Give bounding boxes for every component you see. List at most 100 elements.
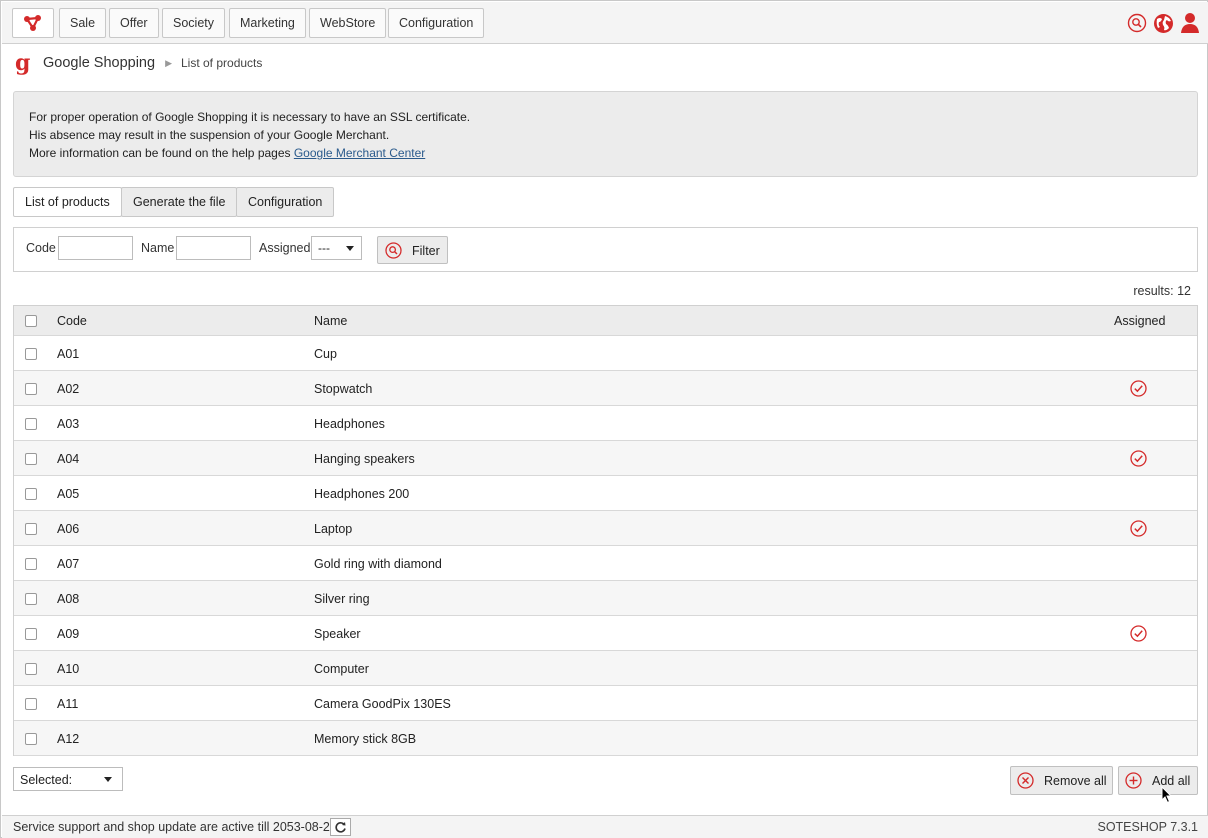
nav-society[interactable]: Society: [162, 8, 225, 38]
support-status-text: Service support and shop update are acti…: [13, 820, 337, 834]
product-name: Headphones: [314, 417, 385, 431]
add-circle-icon: [1125, 772, 1142, 789]
name-filter-label: Name: [141, 241, 175, 255]
table-row[interactable]: A09 Speaker: [14, 616, 1197, 651]
product-code: A05: [57, 487, 80, 501]
nav-webstore[interactable]: WebStore: [309, 8, 387, 38]
product-code: A01: [57, 347, 80, 361]
ssl-notice: For proper operation of Google Shopping …: [13, 91, 1198, 177]
table-row[interactable]: A10 Computer: [14, 651, 1197, 686]
refresh-icon: [335, 821, 346, 833]
column-header-assigned[interactable]: Assigned: [1114, 314, 1165, 328]
search-icon: [385, 242, 402, 259]
product-code: A11: [57, 697, 79, 711]
row-checkbox[interactable]: [25, 593, 37, 605]
row-checkbox[interactable]: [25, 523, 37, 535]
code-filter-label: Code: [26, 241, 56, 255]
product-name: Headphones 200: [314, 487, 410, 501]
remove-all-button[interactable]: Remove all: [1010, 766, 1113, 795]
assigned-check-icon[interactable]: [1130, 380, 1147, 397]
notice-line-1: For proper operation of Google Shopping …: [29, 110, 471, 124]
tab-configuration[interactable]: Configuration: [236, 187, 335, 217]
column-header-code[interactable]: Code: [57, 314, 87, 328]
assigned-check-icon[interactable]: [1130, 625, 1147, 642]
table-row[interactable]: A08 Silver ring: [14, 581, 1197, 616]
row-checkbox[interactable]: [25, 628, 37, 640]
breadcrumb-page: List of products: [181, 56, 263, 70]
products-table: Code Name Assigned A01 Cup A02 Stopwatch A03…: [13, 305, 1198, 756]
product-name: Cup: [314, 347, 337, 361]
table-row[interactable]: A11 Camera GoodPix 130ES: [14, 686, 1197, 721]
row-checkbox[interactable]: [25, 558, 37, 570]
row-checkbox[interactable]: [25, 488, 37, 500]
product-code: A07: [57, 557, 80, 571]
version-label: SOTESHOP 7.3.1: [1097, 820, 1198, 834]
table-row[interactable]: A02 Stopwatch: [14, 371, 1197, 406]
product-code: A03: [57, 417, 80, 431]
product-name: Laptop: [314, 522, 353, 536]
product-name: Speaker: [314, 627, 361, 641]
product-name: Camera GoodPix 130ES: [314, 697, 451, 711]
assigned-filter-label: Assigned: [259, 241, 311, 255]
table-row[interactable]: A06 Laptop: [14, 511, 1197, 546]
refresh-button[interactable]: [330, 818, 351, 836]
table-row[interactable]: A04 Hanging speakers: [14, 441, 1197, 476]
filter-button-label: Filter: [412, 244, 440, 258]
table-row[interactable]: A01 Cup: [14, 336, 1197, 371]
nav-marketing[interactable]: Marketing: [229, 8, 306, 38]
app-window: Sale Offer Society Marketing WebStore Co…: [0, 0, 1208, 838]
select-all-checkbox[interactable]: [25, 315, 37, 327]
home-logo-button[interactable]: [12, 8, 54, 38]
filter-button[interactable]: Filter: [377, 236, 448, 264]
top-navigation-bar: Sale Offer Society Marketing WebStore Co…: [2, 2, 1208, 44]
row-checkbox[interactable]: [25, 698, 37, 710]
breadcrumb-separator-icon: ▶: [165, 57, 172, 68]
product-code: A10: [57, 662, 80, 676]
assigned-filter-select[interactable]: ---: [311, 236, 362, 260]
product-code: A06: [57, 522, 80, 536]
logo-icon: [24, 15, 41, 31]
tab-list-of-products[interactable]: List of products: [13, 187, 122, 217]
row-checkbox[interactable]: [25, 733, 37, 745]
breadcrumb-module[interactable]: Google Shopping: [43, 55, 155, 71]
notice-line-3: More information can be found on the hel…: [29, 144, 1197, 162]
code-filter-input[interactable]: [58, 236, 133, 260]
nav-sale[interactable]: Sale: [59, 8, 107, 38]
status-footer: Service support and shop update are acti…: [2, 815, 1208, 838]
product-code: A02: [57, 382, 80, 396]
google-merchant-center-link[interactable]: Google Merchant Center: [294, 146, 425, 160]
assigned-check-icon[interactable]: [1130, 450, 1147, 467]
assigned-check-icon[interactable]: [1130, 520, 1147, 537]
product-name: Gold ring with diamond: [314, 557, 442, 571]
add-all-button[interactable]: Add all: [1118, 766, 1198, 795]
product-name: Silver ring: [314, 592, 370, 606]
row-checkbox[interactable]: [25, 348, 37, 360]
nav-offer[interactable]: Offer: [109, 8, 159, 38]
table-row[interactable]: A05 Headphones 200: [14, 476, 1197, 511]
row-checkbox[interactable]: [25, 418, 37, 430]
name-filter-input[interactable]: [176, 236, 251, 260]
filter-panel: Code Name Assigned --- Filter: [13, 227, 1198, 272]
product-name: Stopwatch: [314, 382, 373, 396]
column-header-name[interactable]: Name: [314, 314, 347, 328]
product-code: A08: [57, 592, 80, 606]
nav-configuration[interactable]: Configuration: [388, 8, 485, 38]
table-row[interactable]: A07 Gold ring with diamond: [14, 546, 1197, 581]
chevron-down-icon: [104, 777, 112, 782]
google-shopping-icon: g: [15, 50, 31, 76]
search-icon[interactable]: [1127, 13, 1147, 33]
notice-line-2: His absence may result in the suspension…: [29, 128, 390, 143]
selected-action-select[interactable]: Selected:: [13, 767, 123, 791]
row-checkbox[interactable]: [25, 383, 37, 395]
table-body: A01 Cup A02 Stopwatch A03 Headphones A04 Hangin…: [14, 336, 1197, 756]
table-row[interactable]: A03 Headphones: [14, 406, 1197, 441]
tab-generate-file[interactable]: Generate the file: [121, 187, 238, 217]
globe-icon[interactable]: [1153, 13, 1174, 34]
row-checkbox[interactable]: [25, 663, 37, 675]
row-checkbox[interactable]: [25, 453, 37, 465]
product-code: A09: [57, 627, 80, 641]
chevron-down-icon: [346, 246, 354, 251]
user-icon[interactable]: [1180, 12, 1200, 34]
product-code: A12: [57, 732, 80, 746]
table-row[interactable]: A12 Memory stick 8GB: [14, 721, 1197, 756]
